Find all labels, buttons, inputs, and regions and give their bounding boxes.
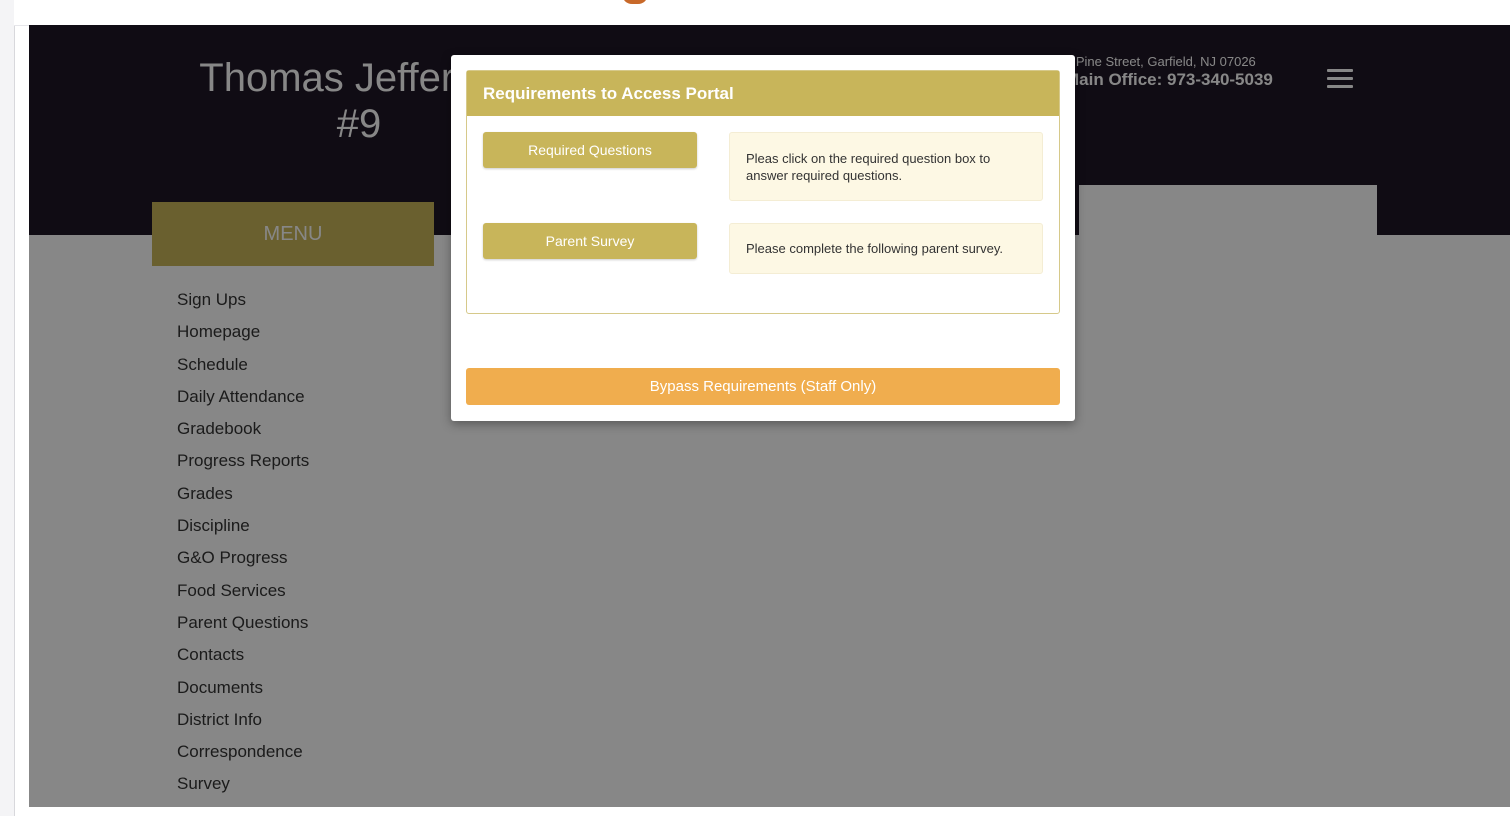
browser-frame-top — [14, 0, 1510, 26]
required-questions-description: Pleas click on the required question box… — [729, 132, 1043, 201]
requirements-modal: Requirements to Access Portal Required Q… — [451, 55, 1075, 421]
requirements-panel: Requirements to Access Portal Required Q… — [466, 70, 1060, 314]
browser-frame-left — [0, 0, 15, 816]
parent-survey-button[interactable]: Parent Survey — [483, 223, 697, 259]
modal-title: Requirements to Access Portal — [467, 71, 1059, 116]
required-questions-button[interactable]: Required Questions — [483, 132, 697, 168]
parent-survey-description: Please complete the following parent sur… — [729, 223, 1043, 274]
orange-mark-icon — [622, 0, 648, 4]
bypass-requirements-button[interactable]: Bypass Requirements (Staff Only) — [466, 368, 1060, 405]
